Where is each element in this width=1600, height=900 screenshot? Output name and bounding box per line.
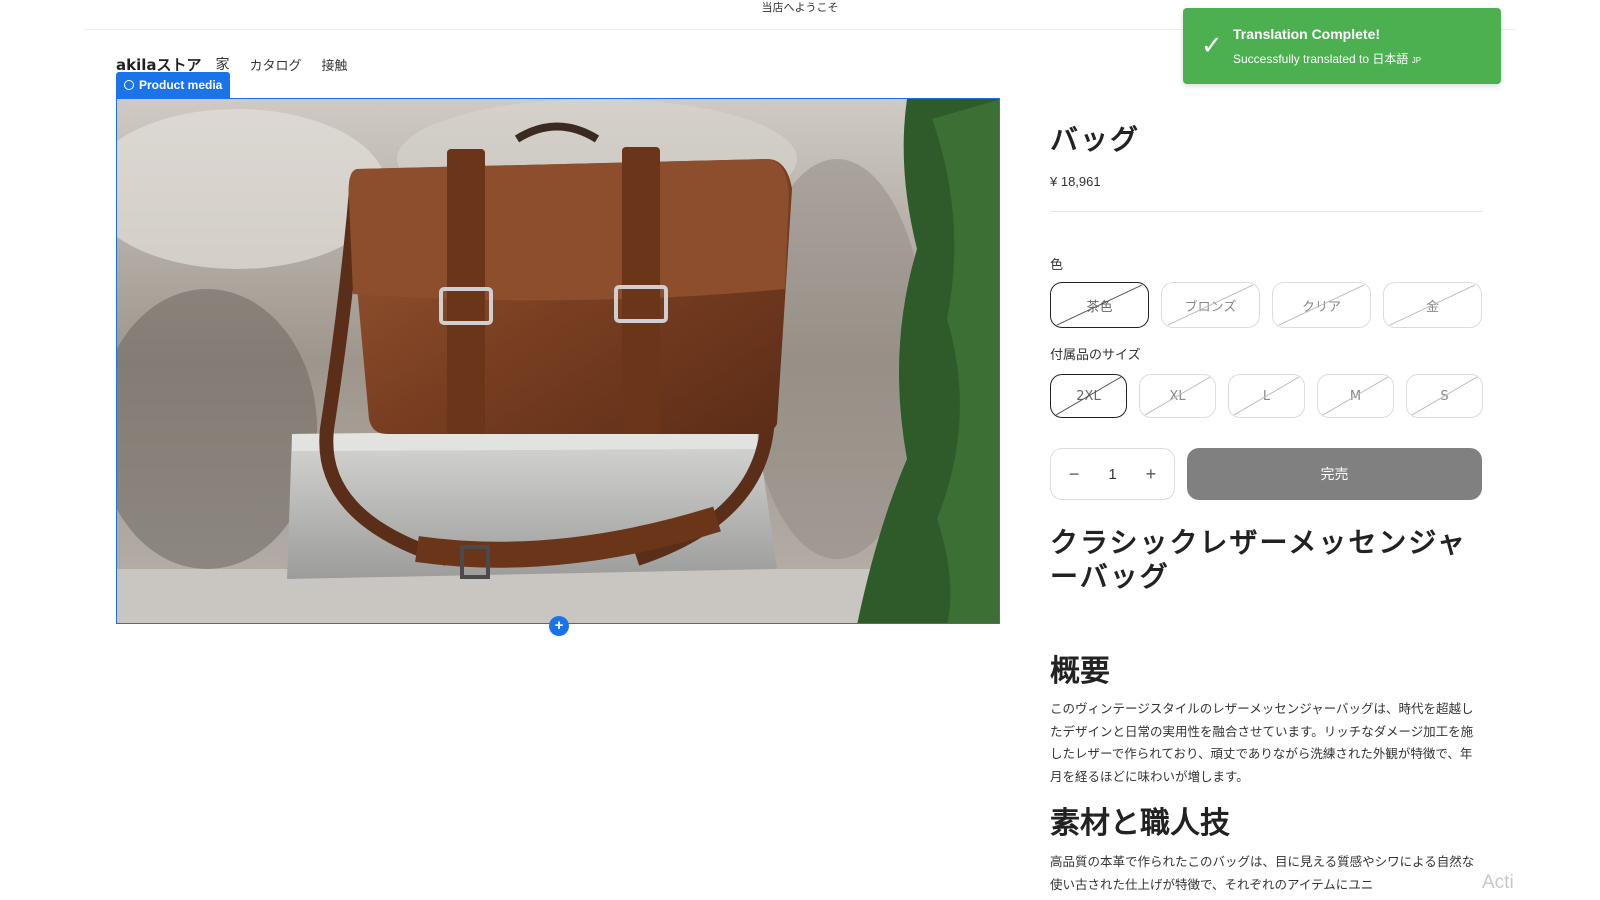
color-chip-bronze[interactable]: ブロンズ — [1161, 282, 1260, 328]
activation-watermark: Acti — [1482, 872, 1514, 893]
color-chip-clear[interactable]: クリア — [1272, 282, 1371, 328]
nav-link-catalog[interactable]: カタログ — [250, 55, 302, 74]
size-chip-m[interactable]: M — [1317, 374, 1394, 418]
product-price: ¥ 18,961 — [1050, 174, 1101, 189]
material-text: 高品質の本革で作られたこのバッグは、目に見える質感やシワによる自然な使い古された… — [1050, 854, 1475, 892]
strikethrough-icon — [1389, 284, 1476, 326]
media-icon — [124, 80, 134, 90]
divider — [1050, 211, 1482, 212]
color-option-label: 色 — [1050, 258, 1064, 273]
announcement-text: 当店へようこそ — [761, 1, 839, 14]
strikethrough-icon — [1055, 376, 1122, 416]
toast-message-text: Successfully translated to 日本語 — [1233, 52, 1409, 66]
strikethrough-icon — [1144, 376, 1211, 416]
quantity-value[interactable]: 1 — [1108, 466, 1116, 483]
sold-out-button[interactable]: 完売 — [1187, 448, 1482, 500]
strikethrough-icon — [1233, 376, 1300, 416]
size-chip-l[interactable]: L — [1228, 374, 1305, 418]
size-chip-xl[interactable]: XL — [1139, 374, 1216, 418]
color-chip-brown[interactable]: 茶色 — [1050, 282, 1149, 328]
color-chip-gold[interactable]: 金 — [1383, 282, 1482, 328]
size-options: 2XL XL L M S — [1050, 374, 1483, 418]
size-option-label: 付属品のサイズ — [1050, 348, 1141, 363]
product-media-frame[interactable] — [116, 98, 1000, 624]
overview-heading: 概要 — [1050, 654, 1110, 689]
strikethrough-icon — [1322, 376, 1389, 416]
product-media-tag[interactable]: Product media — [116, 72, 231, 98]
quantity-stepper: − 1 + — [1050, 448, 1175, 500]
product-media-label: Product media — [139, 78, 223, 92]
strikethrough-icon — [1278, 284, 1365, 326]
product-title: バッグ — [1050, 123, 1141, 156]
toast-flag: JP — [1411, 56, 1422, 65]
nav-link-home[interactable]: 家 — [216, 54, 230, 74]
product-image — [117, 99, 999, 623]
material-heading: 素材と職人技 — [1050, 806, 1230, 841]
strikethrough-icon — [1411, 376, 1478, 416]
size-chip-s[interactable]: S — [1406, 374, 1483, 418]
overview-text: このヴィンテージスタイルのレザーメッセンジャーバッグは、時代を超越したデザインと… — [1050, 701, 1474, 784]
add-section-plus-icon[interactable]: + — [549, 616, 569, 636]
quantity-plus-button[interactable]: + — [1139, 464, 1163, 485]
nav-link-contact[interactable]: 接触 — [322, 55, 348, 74]
check-icon: ✓ — [1201, 30, 1223, 60]
translation-toast: ✓ Translation Complete! Successfully tra… — [1183, 8, 1501, 84]
strikethrough-icon — [1167, 284, 1254, 326]
toast-title: Translation Complete! — [1233, 26, 1381, 42]
quantity-minus-button[interactable]: − — [1062, 464, 1086, 485]
toast-message: Successfully translated to 日本語 JP — [1233, 50, 1421, 67]
product-info: バッグ ¥ 18,961 色 茶色 ブロンズ クリア 金 付属品のサイズ 2XL… — [1050, 118, 1483, 892]
color-options: 茶色 ブロンズ クリア 金 — [1050, 282, 1482, 328]
strikethrough-icon — [1056, 284, 1143, 326]
product-subtitle: クラシックレザーメッセンジャーバッグ — [1050, 526, 1467, 593]
size-chip-2xl[interactable]: 2XL — [1050, 374, 1127, 418]
